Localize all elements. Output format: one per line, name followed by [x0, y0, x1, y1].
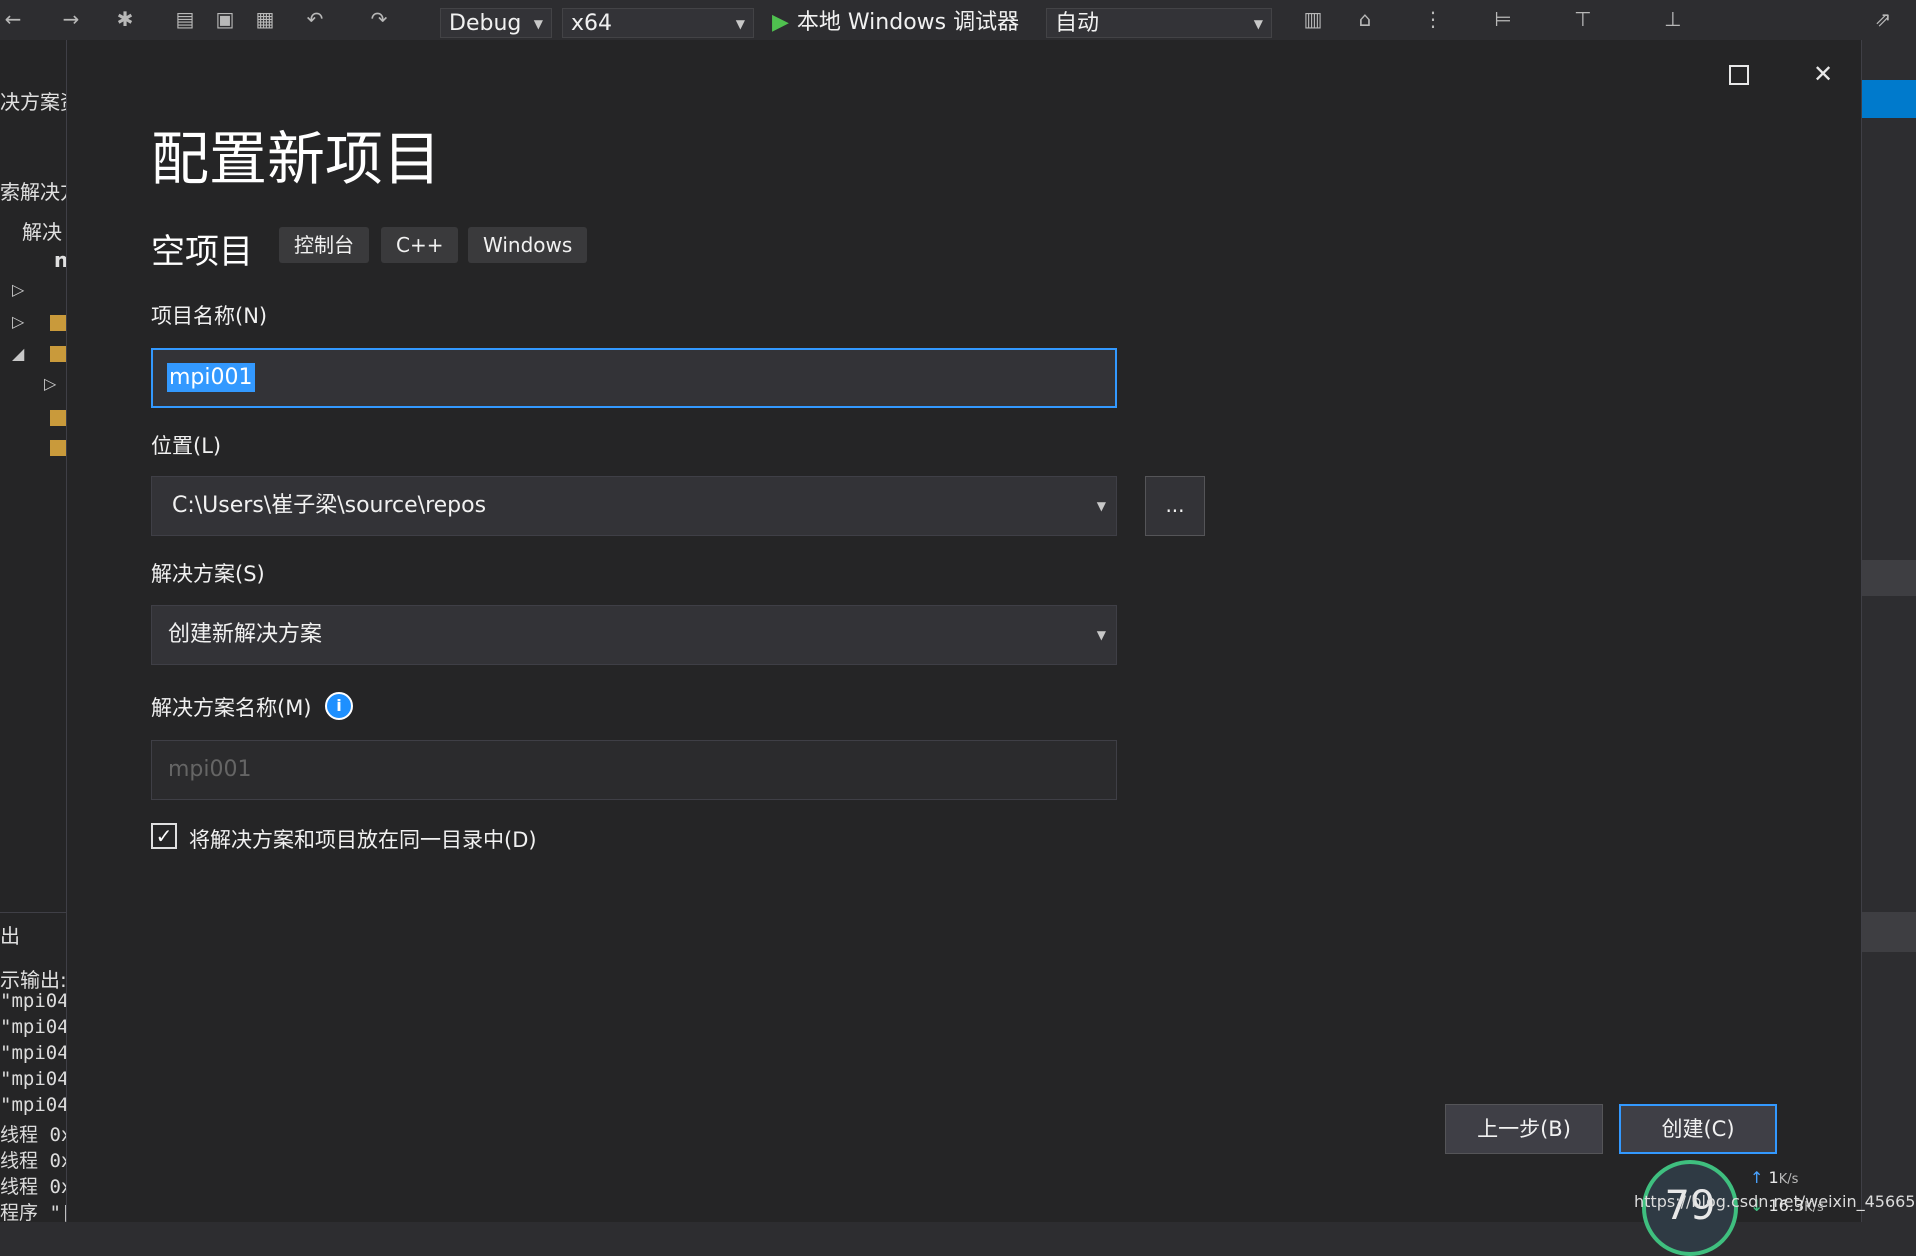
folder-icon: [50, 315, 66, 331]
forward-icon[interactable]: →: [58, 6, 84, 32]
output-line: "mpi04: [0, 990, 66, 1012]
debugger-label: 本地 Windows 调试器: [796, 10, 1020, 35]
chevron-down-icon: ▼: [1096, 628, 1106, 642]
solution-name-value: mpi001: [168, 757, 252, 782]
project-name-value: mpi001: [167, 363, 255, 392]
chevron-down-icon: ▼: [533, 17, 543, 31]
platform-select[interactable]: x64 ▼: [562, 8, 754, 38]
close-button[interactable]: ✕: [1801, 52, 1845, 96]
same-directory-checkbox[interactable]: ✓: [151, 823, 177, 849]
output-line: 线程 0x: [0, 1124, 66, 1146]
expand-icon[interactable]: ▷: [44, 374, 56, 393]
output-line: 线程 0x: [0, 1176, 66, 1198]
location-label: 位置(L): [151, 434, 222, 458]
folder-icon: [50, 410, 66, 426]
new-project-icon[interactable]: ✱: [112, 6, 138, 32]
upload-value: 1: [1768, 1168, 1779, 1187]
configuration-select[interactable]: Debug ▼: [440, 8, 552, 38]
page-title: 配置新项目: [151, 125, 442, 193]
chevron-down-icon: ▼: [1253, 17, 1263, 31]
upload-rate: ↑ 1K/s: [1750, 1168, 1798, 1187]
solution-search[interactable]: 索解决方: [0, 176, 66, 205]
align-icon[interactable]: ⋮: [1420, 6, 1446, 32]
browse-button[interactable]: ...: [1145, 476, 1205, 536]
upload-arrow-icon: ↑: [1750, 1168, 1764, 1187]
save-icon[interactable]: ▣: [212, 6, 238, 32]
output-line: "mpi04: [0, 1042, 66, 1064]
toolbox-icon[interactable]: ▥: [1300, 6, 1326, 32]
solution-name-input[interactable]: mpi001: [151, 740, 1117, 800]
location-value: C:\Users\崔子梁\source\repos: [172, 493, 487, 518]
configure-project-dialog: ✕ 配置新项目 空项目 控制台 C++ Windows 项目名称(N) mpi0…: [66, 40, 1862, 1222]
tag-cpp: C++: [381, 227, 459, 263]
align-top-icon[interactable]: ⊤: [1570, 6, 1596, 32]
home-icon[interactable]: ⌂: [1352, 6, 1378, 32]
solution-value: 创建新解决方案: [168, 622, 323, 647]
redo-icon[interactable]: ↷: [366, 6, 392, 32]
active-tab-strip: [1860, 80, 1916, 118]
main-toolbar: ← → ✱ ▤ ▣ ▦ ↶ ↷ Debug ▼ x64 ▼ ▶ 本地 Window…: [0, 0, 1916, 41]
project-name-label: 项目名称(N): [151, 304, 268, 328]
align-left-icon[interactable]: ⊨: [1490, 6, 1516, 32]
maximize-button[interactable]: [1717, 52, 1761, 96]
spacing-icon[interactable]: ⊥: [1660, 6, 1686, 32]
network-monitor-widget: 79 ↑ 1K/s ↓ 16.3K/s: [1640, 1160, 1840, 1256]
solution-name-label: 解决方案名称(M): [151, 696, 312, 720]
debug-mode-value: 自动: [1055, 11, 1100, 36]
undo-icon[interactable]: ↶: [302, 6, 328, 32]
output-line: "mpi04: [0, 1016, 66, 1038]
project-name-input[interactable]: mpi001: [151, 348, 1117, 408]
expand-icon[interactable]: ▷: [12, 312, 24, 331]
solution-node[interactable]: 解决: [22, 216, 62, 245]
back-icon[interactable]: ←: [0, 6, 26, 32]
checkmark-icon: ✓: [155, 824, 173, 848]
output-pane-title: 出: [0, 924, 20, 948]
folder-icon: [50, 440, 66, 456]
tag-console: 控制台: [279, 227, 369, 263]
panel-header: [1860, 912, 1916, 952]
location-combobox[interactable]: C:\Users\崔子梁\source\repos ▼: [151, 476, 1117, 536]
close-icon: ✕: [1812, 60, 1834, 88]
collapse-icon[interactable]: ◢: [12, 344, 24, 363]
solution-explorer-pane: 决方案资 索解决方 解决 n ▷ ▷ ◢ ▷ 出 示输出: "mpi04 "mp…: [0, 40, 66, 1222]
share-icon[interactable]: ⇗: [1870, 6, 1896, 32]
divider: [0, 912, 66, 913]
output-line: "mpi04: [0, 1094, 66, 1116]
output-source-label: 示输出:: [0, 968, 66, 992]
back-button[interactable]: 上一步(B): [1445, 1104, 1603, 1154]
project-node[interactable]: n: [54, 248, 66, 272]
create-button[interactable]: 创建(C): [1619, 1104, 1777, 1154]
save-all-icon[interactable]: ▦: [252, 6, 278, 32]
output-line: 程序 "[: [0, 1202, 66, 1222]
solution-select[interactable]: 创建新解决方案 ▼: [151, 605, 1117, 665]
watermark-text: https://blog.csdn.net/weixin_45665566: [1634, 1192, 1916, 1211]
maximize-icon: [1729, 65, 1749, 85]
debug-mode-select[interactable]: 自动 ▼: [1046, 8, 1272, 38]
pane-title: 决方案资: [0, 90, 66, 114]
same-directory-label[interactable]: 将解决方案和项目放在同一目录中(D): [189, 824, 537, 854]
configuration-value: Debug: [449, 11, 522, 36]
chevron-down-icon: ▼: [735, 17, 745, 31]
template-name: 空项目: [151, 232, 253, 272]
info-icon[interactable]: i: [325, 692, 353, 720]
chevron-down-icon[interactable]: ▼: [1097, 477, 1106, 535]
start-debugging-button[interactable]: ▶ 本地 Windows 调试器: [772, 8, 1019, 38]
panel-header: [1860, 560, 1916, 596]
folder-icon: [50, 346, 66, 362]
tag-windows: Windows: [468, 227, 588, 263]
upload-unit: K/s: [1778, 1172, 1799, 1187]
output-line: "mpi04: [0, 1068, 66, 1090]
play-icon: ▶: [772, 10, 789, 35]
expand-icon[interactable]: ▷: [12, 280, 24, 299]
output-line: 线程 0x: [0, 1150, 66, 1172]
solution-label: 解决方案(S): [151, 562, 265, 586]
right-side-pane: [1860, 40, 1916, 1222]
open-folder-icon[interactable]: ▤: [172, 6, 198, 32]
platform-value: x64: [571, 11, 613, 36]
